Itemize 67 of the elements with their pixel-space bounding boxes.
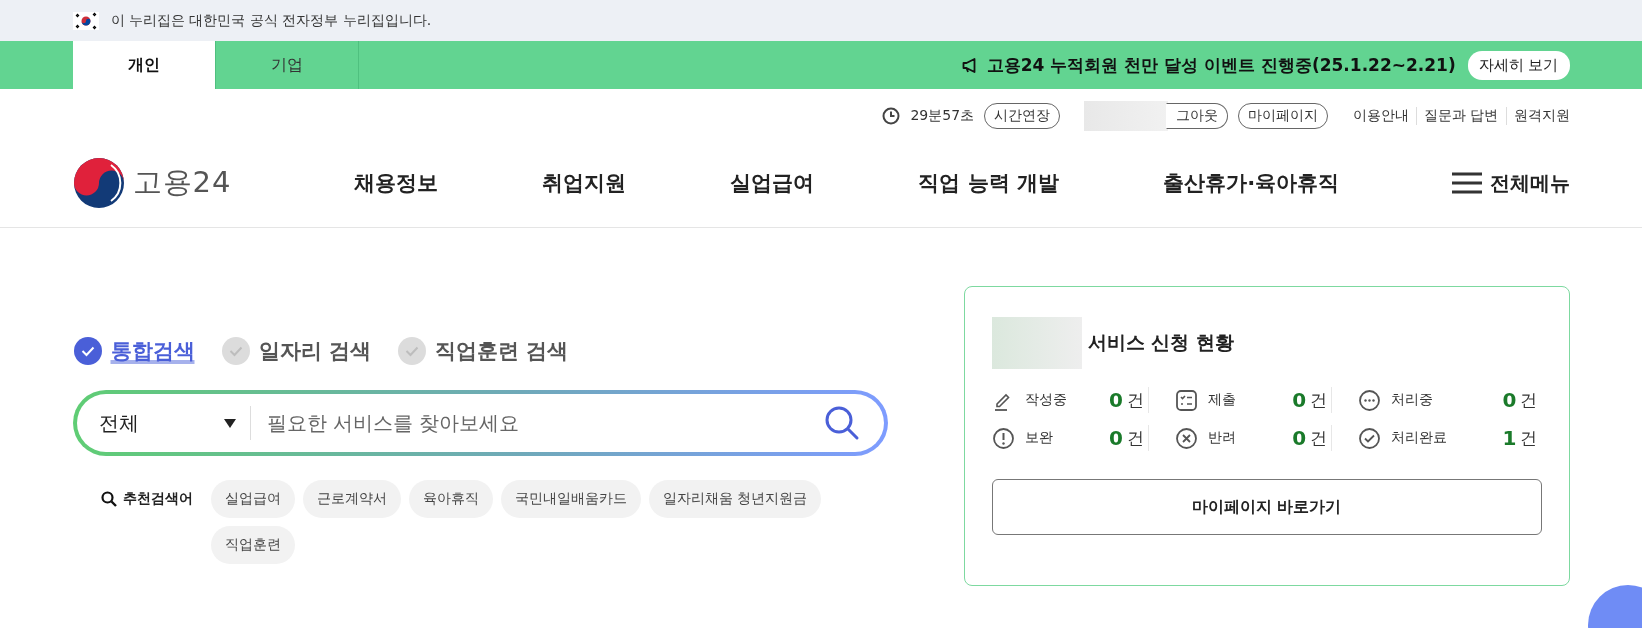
status-count: 0	[1108, 426, 1123, 450]
category-dropdown[interactable]: 전체	[98, 406, 251, 440]
keyword-chip[interactable]: 육아휴직	[408, 480, 493, 518]
status-count: 0	[1292, 426, 1307, 450]
keyword-chip[interactable]: 국민내일배움카드	[500, 480, 641, 518]
check-circle-icon	[220, 336, 251, 366]
recommended-keywords-label: 추천검색어	[122, 490, 193, 508]
logout-button[interactable]: 그아웃	[1166, 103, 1229, 129]
count-unit: 건	[1310, 388, 1328, 412]
status-label: 제출	[1207, 391, 1237, 409]
keyword-chip[interactable]: 실업급여	[210, 480, 295, 518]
nav-menu-item[interactable]: 직업 능력 개발	[918, 169, 1060, 197]
gov-notice-text: 이 누리집은 대한민국 공식 전자정부 누리집입니다.	[110, 11, 432, 30]
all-menu-button[interactable]: 전체메뉴	[1451, 169, 1570, 197]
utility-link[interactable]: 질문과 답변	[1416, 107, 1506, 125]
nav-menu-item[interactable]: 실업급여	[730, 169, 815, 197]
status-count: 0	[1108, 388, 1123, 412]
taegeuk-logo-icon	[72, 157, 125, 209]
utility-link[interactable]: 이용안내	[1346, 107, 1417, 125]
mypage-button[interactable]: 마이페이지	[1238, 103, 1329, 129]
user-type-tab[interactable]: 기업	[215, 41, 359, 89]
menu-icon	[1451, 172, 1482, 194]
checklist-icon	[1174, 388, 1198, 412]
search-icon	[100, 491, 117, 507]
count-unit: 건	[1126, 426, 1144, 450]
extend-time-button[interactable]: 시간연장	[984, 103, 1061, 129]
utility-link[interactable]: 원격지원	[1505, 107, 1570, 125]
count-unit: 건	[1126, 388, 1144, 412]
count-unit: 건	[1310, 426, 1328, 450]
check-circle-icon	[1358, 426, 1382, 450]
status-label: 처리완료	[1391, 429, 1449, 447]
status-count: 1	[1502, 426, 1517, 450]
count-unit: 건	[1520, 426, 1538, 450]
status-count: 0	[1292, 388, 1307, 412]
site-logo-text[interactable]: 고용24	[132, 163, 232, 203]
keyword-chip[interactable]: 일자리채움 청년지원금	[648, 480, 821, 518]
card-title: 서비스 신청 현황	[1087, 330, 1234, 355]
user-type-tab[interactable]: 개인	[72, 41, 216, 89]
flag-icon	[72, 11, 99, 30]
x-circle-icon	[1174, 426, 1198, 450]
nav-menu-item[interactable]: 취업지원	[541, 169, 626, 197]
check-circle-icon	[72, 336, 103, 366]
status-label: 반려	[1207, 429, 1237, 447]
mypage-shortcut-button[interactable]: 마이페이지 바로가기	[991, 479, 1542, 535]
status-count: 0	[1502, 388, 1517, 412]
status-label: 처리중	[1391, 391, 1435, 409]
status-label: 작성중	[1024, 391, 1068, 409]
session-timer: 29분57초	[910, 107, 975, 125]
search-scope-option[interactable]: 직업훈련 검색	[396, 336, 569, 366]
exclamation-circle-icon	[991, 426, 1015, 450]
search-scope-option[interactable]: 일자리 검색	[220, 336, 371, 366]
search-field[interactable]: 전체 필요한 서비스를 찾아보세요	[72, 390, 888, 456]
event-notice-text: 고용24 누적회원 천만 달성 이벤트 진행중(25.1.22~2.21)	[986, 53, 1456, 77]
search-icon	[823, 405, 860, 441]
caret-icon	[223, 418, 236, 428]
count-unit: 건	[1520, 388, 1538, 412]
details-button[interactable]: 자세히 보기	[1467, 50, 1570, 80]
dots-circle-icon	[1358, 388, 1382, 412]
keyword-chip[interactable]: 근로계약서	[302, 480, 401, 518]
nav-menu-item[interactable]: 출산휴가·육아휴직	[1163, 169, 1340, 197]
status-label: 보완	[1024, 429, 1054, 447]
search-button[interactable]	[823, 405, 860, 441]
keyword-chip[interactable]: 직업훈련	[210, 526, 295, 564]
search-scope-option[interactable]: 통합검색	[72, 336, 195, 366]
check-circle-icon	[396, 336, 427, 366]
clock-icon	[882, 107, 901, 125]
nav-menu-item[interactable]: 채용정보	[353, 169, 438, 197]
